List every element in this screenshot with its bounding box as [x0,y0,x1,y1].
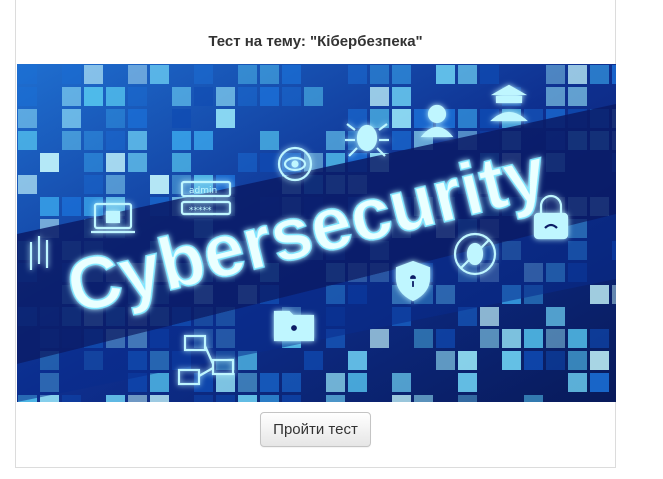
admin-text: admin [189,186,217,196]
folder-lock-icon [273,310,315,342]
cybersecurity-banner-image: admin ***** Cybersecurity [17,64,616,402]
test-title: Тест на тему: "Кібербезпека" [208,33,423,50]
test-card: Тест на тему: "Кібербезпека" admin *****… [15,0,616,468]
start-test-button[interactable]: Пройти тест [260,412,371,447]
